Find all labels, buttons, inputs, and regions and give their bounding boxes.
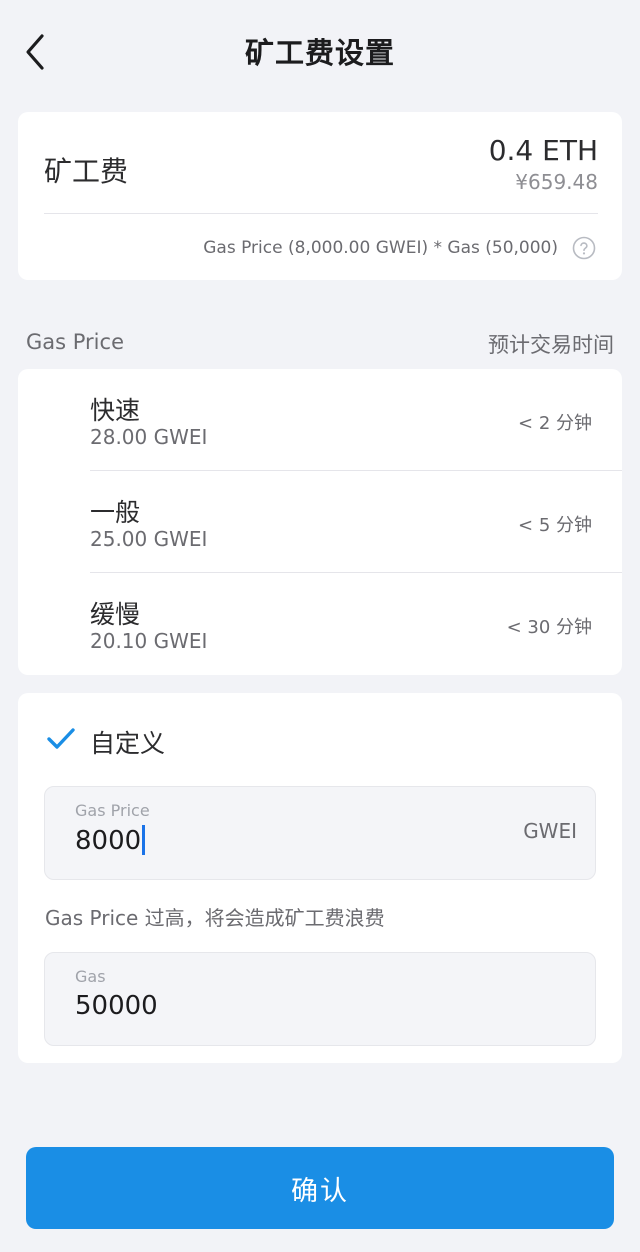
gas-limit-value: 50000 (75, 991, 158, 1021)
fee-cny-amount: ¥659.48 (515, 170, 598, 194)
gas-price-value: 8000 (75, 826, 142, 856)
speed-option-fast[interactable]: 快速 28.00 GWEI < 2 分钟 (18, 369, 622, 471)
fee-summary-card: 矿工费 0.4 ETH ¥659.48 Gas Price (8,000.00 … (18, 112, 622, 280)
speed-price: 20.10 GWEI (90, 629, 208, 653)
confirm-button[interactable]: 确认 (26, 1147, 614, 1229)
speed-time: < 2 分钟 (518, 413, 592, 434)
checkmark-icon (47, 728, 75, 749)
speed-time: < 5 分钟 (518, 515, 592, 536)
fee-label: 矿工费 (44, 155, 129, 188)
gas-price-warning: Gas Price 过高，将会造成矿工费浪费 (45, 906, 385, 930)
page-title: 矿工费设置 (244, 36, 395, 70)
speed-name: 缓慢 (90, 600, 141, 629)
speed-name: 一般 (90, 498, 141, 527)
estimated-time-label: 预计交易时间 (488, 333, 614, 357)
custom-fee-card: 自定义 Gas Price 8000 GWEI Gas Price 过高，将会造… (18, 693, 622, 1063)
gas-price-unit: GWEI (523, 819, 577, 843)
field-label: Gas (75, 967, 106, 986)
question-circle-icon[interactable] (572, 236, 596, 260)
speed-options-card: 快速 28.00 GWEI < 2 分钟 一般 25.00 GWEI < 5 分… (18, 369, 622, 675)
miner-fee-settings-screen: 矿工费设置 矿工费 0.4 ETH ¥659.48 Gas Price (8,0… (0, 0, 640, 1252)
speed-name: 快速 (90, 396, 141, 425)
speed-price: 25.00 GWEI (90, 527, 208, 551)
gas-limit-input[interactable]: Gas 50000 (44, 952, 596, 1046)
fee-formula: Gas Price (8,000.00 GWEI) * Gas (50,000) (203, 238, 558, 258)
speed-time: < 30 分钟 (506, 617, 592, 638)
gas-price-input[interactable]: Gas Price 8000 GWEI (44, 786, 596, 880)
custom-option-label[interactable]: 自定义 (90, 724, 165, 760)
fee-eth-amount: 0.4 ETH (488, 134, 598, 167)
header: 矿工费设置 (0, 0, 640, 104)
speed-option-slow[interactable]: 缓慢 20.10 GWEI < 30 分钟 (18, 573, 622, 675)
gas-price-value-wrap: 8000 (75, 825, 146, 856)
speed-option-normal[interactable]: 一般 25.00 GWEI < 5 分钟 (18, 471, 622, 573)
field-label: Gas Price (75, 801, 150, 820)
gas-price-section-label: Gas Price (26, 330, 124, 354)
divider (44, 213, 598, 214)
speed-price: 28.00 GWEI (90, 425, 208, 449)
text-cursor (142, 825, 146, 855)
